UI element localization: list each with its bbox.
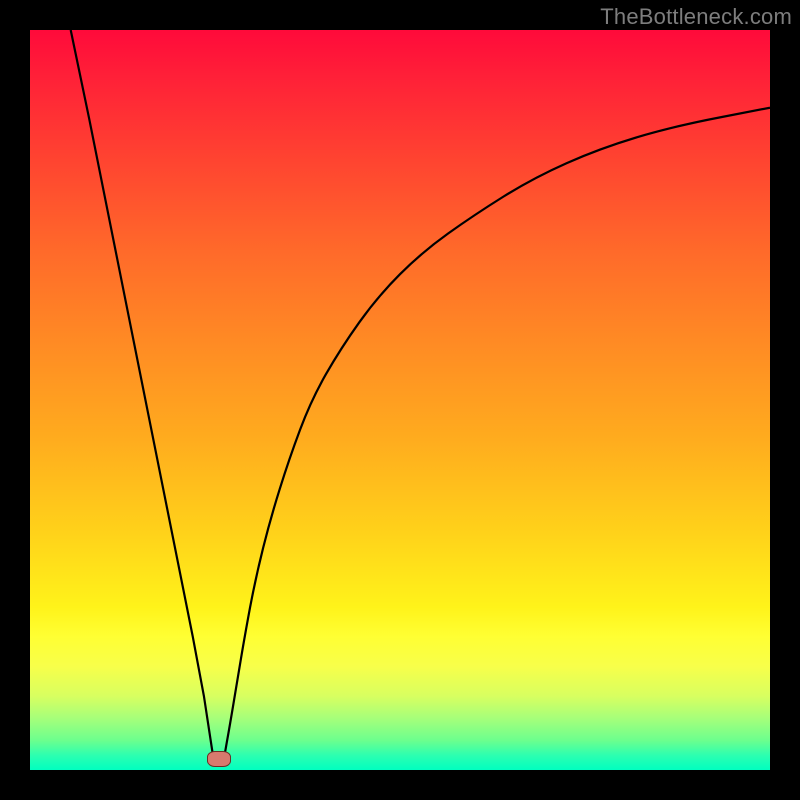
curve-right-branch [224, 108, 770, 759]
min-marker [207, 751, 231, 767]
curve-left-branch [71, 30, 214, 759]
outer-frame: TheBottleneck.com [0, 0, 800, 800]
watermark-text: TheBottleneck.com [600, 4, 792, 30]
plot-area [30, 30, 770, 770]
curve-layer [30, 30, 770, 770]
